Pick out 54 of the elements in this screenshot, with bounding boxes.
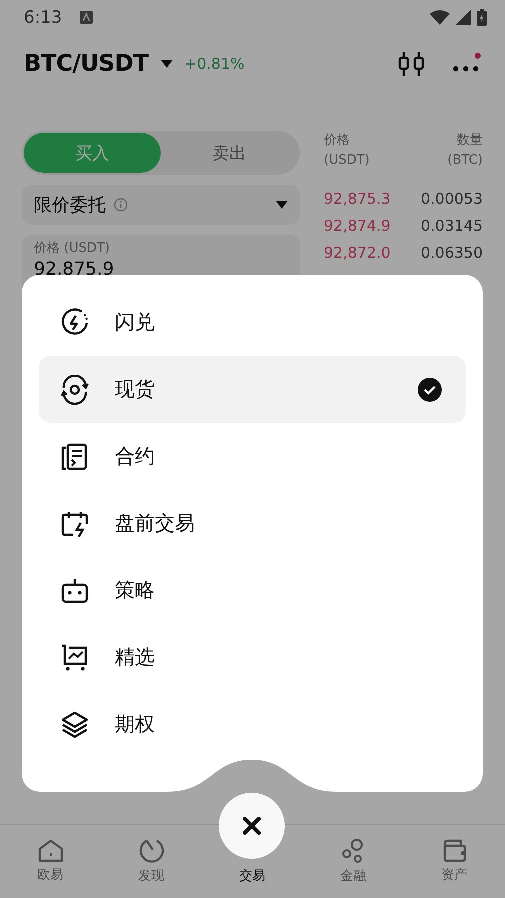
ask-price: 92,875.3 [324,190,391,208]
menu-item[interactable]: 现货 [39,356,466,423]
battery-icon [477,9,487,26]
menu-label: 现货 [115,376,155,403]
menu-label: 期权 [115,711,155,738]
menu-label: 盘前交易 [115,510,195,537]
nav-label: 发现 [138,868,164,885]
candlestick-icon[interactable] [398,51,425,77]
field-label: 价格 (USDT) [34,240,111,257]
column-unit: (USDT) [324,152,370,170]
lightning-icon [60,308,90,338]
column-header: 价格 [324,132,351,150]
pair-title[interactable]: BTC/USDT [24,51,149,77]
menu-label: 策略 [115,577,155,604]
wifi-icon [430,10,450,25]
ask-price: 92,874.9 [324,216,391,234]
nav-label: 金融 [340,868,366,885]
menu-item[interactable]: 盘前交易 [39,490,466,557]
menu-label: 精选 [115,644,155,671]
menu-item[interactable]: 合约 [39,423,466,490]
column-header: 数量 [457,132,483,150]
nav-label: 交易 [240,868,266,885]
signal-icon [456,10,471,25]
order-type-label: 限价委托 [34,194,106,217]
field-value: 92,875.9 [34,259,116,280]
order-type-select[interactable]: 限价委托 [22,185,300,225]
cart-icon [60,642,90,672]
caret-icon [276,201,288,209]
nav-label: 欧易 [38,867,64,884]
check-icon [418,378,442,402]
notification-icon [80,11,94,24]
close-icon [243,817,261,835]
document-icon [60,442,90,472]
side-tab[interactable]: 卖出 [161,133,298,173]
nav-label: 资产 [442,867,468,884]
price-change: +0.81% [184,55,245,73]
home-icon [38,839,64,863]
menu-item[interactable]: 精选 [39,624,466,691]
layers-icon [60,710,90,740]
ask-amount: 0.03145 [420,216,483,234]
wallet-icon [442,839,468,863]
bubbles-icon [342,838,366,864]
menu-label: 闪兑 [115,309,155,336]
status-time: 6:13 [24,8,62,28]
menu-label: 合约 [115,443,155,470]
refresh-icon [60,374,90,404]
ask-amount: 0.00053 [420,190,483,208]
caret-icon[interactable] [160,60,173,68]
ask-amount: 0.06350 [420,244,483,262]
column-unit: (BTC) [448,152,483,170]
menu-item[interactable]: 期权 [39,691,466,758]
timer-icon [138,838,164,864]
menu-item[interactable]: 策略 [39,557,466,624]
ask-price: 92,872.0 [324,244,391,262]
